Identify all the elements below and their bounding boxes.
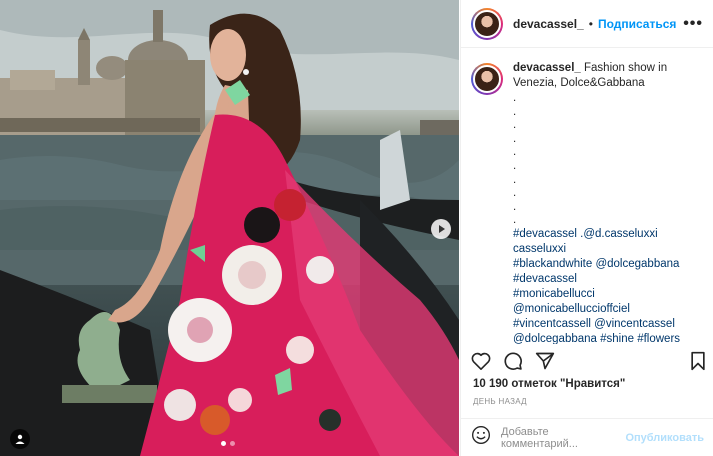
carousel-next-button[interactable] — [431, 219, 451, 239]
share-icon[interactable] — [535, 351, 555, 371]
bookmark-icon[interactable] — [689, 351, 707, 371]
post-header: devacassel_ • Подписаться ••• — [461, 0, 713, 48]
post-side-panel: devacassel_ • Подписаться ••• devacassel… — [460, 0, 713, 456]
next-arrow-icon — [439, 225, 445, 233]
hashtag-line[interactable]: @monicabelluccioffciel — [513, 302, 703, 317]
hashtag-line[interactable]: #devacassel .@d.casseluxxi casseluxxi — [513, 227, 703, 257]
action-bar — [471, 346, 707, 376]
photo-illustration — [0, 0, 459, 456]
avatar[interactable] — [471, 7, 503, 40]
caption-username[interactable]: devacassel_ — [513, 62, 581, 74]
caption-avatar[interactable] — [471, 63, 503, 95]
caption-section: devacassel_ Fashion show in Venezia, Dol… — [461, 48, 713, 344]
carousel-indicator — [221, 441, 235, 446]
caption-dot: . — [513, 132, 517, 145]
caption-dot: . — [513, 173, 517, 186]
likes-count[interactable]: 10 190 отметок "Нравится" — [473, 378, 625, 390]
caption-dot: . — [513, 214, 517, 227]
tag-icon[interactable] — [10, 429, 30, 449]
hashtag-line[interactable]: @dolcegabbana #shine #flowers — [513, 332, 703, 344]
more-options-icon[interactable]: ••• — [683, 15, 703, 33]
caption-dot: . — [513, 159, 517, 172]
post-time[interactable]: ДЕНЬ НАЗАД — [473, 397, 527, 406]
carousel-dot — [221, 441, 226, 446]
publish-button[interactable]: Опубликовать — [625, 432, 704, 444]
heart-icon[interactable] — [471, 352, 491, 370]
caption-dot: . — [513, 92, 517, 104]
hashtag-line[interactable]: #blackandwhite @dolcegabbana — [513, 257, 703, 272]
emoji-icon[interactable] — [471, 425, 491, 450]
caption-dot: . — [513, 119, 517, 132]
comment-bar: Добавьте комментарий... Опубликовать — [461, 418, 713, 456]
caption-dot: . — [513, 105, 517, 118]
comment-input[interactable]: Добавьте комментарий... — [501, 426, 625, 450]
carousel-dot — [230, 441, 235, 446]
username-link[interactable]: devacassel_ — [513, 17, 584, 31]
follow-button[interactable]: Подписаться — [598, 17, 676, 31]
hashtag-line[interactable]: #vincentcassell @vincentcassel — [513, 317, 703, 332]
post-photo[interactable] — [0, 0, 459, 456]
caption-dot: . — [513, 200, 517, 213]
hashtag-line[interactable]: #monicabellucci — [513, 287, 703, 302]
comment-icon[interactable] — [503, 351, 523, 371]
separator-dot: • — [588, 16, 593, 31]
caption-dot: . — [513, 187, 517, 200]
hashtag-line[interactable]: #devacassel — [513, 272, 703, 287]
caption-dot: . — [513, 146, 517, 159]
caption-text: devacassel_ Fashion show in Venezia, Dol… — [513, 62, 703, 344]
